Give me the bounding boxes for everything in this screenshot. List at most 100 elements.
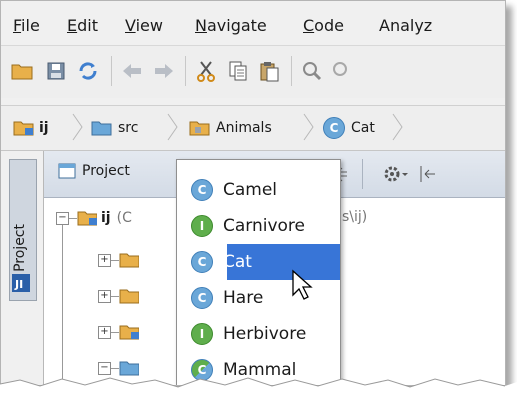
project-panel-title: Project: [82, 163, 130, 179]
sync-icon: [79, 62, 97, 80]
popup-item-label: Herbivore: [223, 324, 307, 344]
hide-panel-button[interactable]: [418, 163, 438, 189]
menu-bar: File Edit View Navigate Code Analyz: [1, 1, 505, 45]
menu-navigate-label: avigate: [206, 16, 267, 35]
scissors-icon: [197, 61, 215, 82]
mouse-cursor-icon: [292, 269, 313, 300]
menu-view-label: iew: [135, 16, 163, 35]
gear-icon: [384, 166, 408, 182]
breadcrumb-label: ij: [39, 120, 49, 136]
tree-row-folder[interactable]: +: [98, 247, 139, 273]
popup-item-cat[interactable]: C Cat: [177, 244, 340, 280]
back-arrow-icon: [123, 64, 141, 78]
breadcrumb-label: src: [118, 120, 139, 136]
folder-icon: [119, 289, 139, 304]
class-icon: C: [191, 179, 213, 201]
breadcrumb-label: Animals: [216, 120, 272, 136]
menu-code[interactable]: Code: [303, 16, 344, 35]
svg-text:JI: JI: [14, 278, 23, 291]
tree-root-label: ij: [101, 210, 111, 226]
save-icon: [47, 62, 65, 80]
torn-edge-decoration: [0, 377, 517, 402]
menu-navigate-mnemonic: N: [195, 16, 207, 35]
module-folder-icon: [77, 211, 97, 226]
cut-button[interactable]: [193, 58, 219, 84]
menu-code-label: ode: [314, 16, 344, 35]
main-toolbar: [1, 45, 505, 98]
toolbar-separator: [291, 56, 292, 86]
menu-navigate[interactable]: Navigate: [195, 16, 267, 35]
toolbar-separator: [111, 56, 112, 86]
save-button[interactable]: [43, 58, 69, 84]
tree-line: [111, 331, 119, 333]
paste-icon: [260, 62, 279, 82]
popup-item-herbivore[interactable]: I Herbivore: [177, 316, 340, 352]
menu-view-mnemonic: V: [125, 16, 136, 35]
forward-arrow-icon: [155, 64, 173, 78]
toolbar-separator: [185, 56, 186, 86]
breadcrumb-item-animals[interactable]: Animals: [189, 114, 272, 142]
ide-window: File Edit View Navigate Code Analyz ij s…: [0, 0, 506, 386]
menu-analyze[interactable]: Analyz: [379, 16, 432, 35]
menu-file-mnemonic: F: [13, 16, 22, 35]
interface-icon: I: [191, 323, 213, 345]
forward-button[interactable]: [151, 58, 177, 84]
menu-code-mnemonic: C: [303, 16, 315, 35]
breadcrumb-chevron-icon: [392, 113, 403, 141]
source-folder-icon: [91, 121, 112, 136]
menu-file-label: ile: [21, 16, 40, 35]
menu-view[interactable]: View: [125, 16, 163, 35]
breadcrumb-item-src[interactable]: src: [91, 114, 138, 142]
project-view-icon: [58, 163, 76, 179]
breadcrumb-item-cat[interactable]: C Cat: [323, 114, 375, 142]
tree-row-folder[interactable]: +: [98, 283, 139, 309]
paste-button[interactable]: [257, 58, 283, 84]
menu-edit[interactable]: Edit: [67, 16, 98, 35]
popup-item-label: Carnivore: [223, 216, 306, 236]
expand-toggle-icon[interactable]: +: [98, 325, 111, 339]
jetbrains-icon: JI: [11, 273, 31, 293]
breadcrumb-popup-list: C Camel I Carnivore C Cat C Hare I Herbi…: [176, 159, 341, 385]
menu-edit-mnemonic: E: [67, 16, 78, 35]
tree-root-path: s\ij): [342, 209, 368, 225]
replace-magnifier-icon: [333, 62, 347, 76]
tree-row-root[interactable]: − ij (C: [56, 205, 132, 231]
menu-edit-label: dit: [77, 16, 98, 35]
breadcrumb-item-ij[interactable]: ij: [13, 114, 49, 142]
tree-row-module[interactable]: +: [98, 319, 139, 345]
tree-line: [111, 259, 119, 261]
settings-button[interactable]: [382, 163, 410, 189]
open-folder-button[interactable]: [9, 58, 35, 84]
module-folder-icon: [119, 325, 139, 340]
breadcrumb-chevron-icon: [167, 113, 178, 141]
class-icon: C: [323, 117, 345, 139]
tree-line: [111, 295, 119, 297]
back-button[interactable]: [119, 58, 145, 84]
find-button[interactable]: [299, 58, 325, 84]
replace-button[interactable]: [329, 58, 355, 84]
menu-file[interactable]: File: [13, 16, 40, 35]
magnifier-icon: [303, 62, 322, 81]
tree-root-detail: (C: [116, 210, 132, 226]
class-icon: C: [191, 251, 213, 273]
breadcrumb: ij src Animals C Cat: [1, 105, 505, 151]
package-icon: [189, 121, 210, 136]
popup-item-label: Camel: [223, 180, 278, 200]
expand-toggle-icon[interactable]: +: [98, 253, 111, 267]
project-view-selector[interactable]: Project: [58, 163, 130, 179]
interface-icon: I: [191, 215, 213, 237]
copy-button[interactable]: [225, 58, 251, 84]
popup-item-label: Cat: [223, 252, 252, 272]
popup-item-carnivore[interactable]: I Carnivore: [177, 208, 340, 244]
header-separator: [362, 159, 363, 189]
synchronize-button[interactable]: [75, 58, 101, 84]
folder-icon: [119, 253, 139, 268]
class-icon: C: [191, 287, 213, 309]
expand-toggle-icon[interactable]: +: [98, 289, 111, 303]
collapse-toggle-icon[interactable]: −: [56, 211, 69, 225]
popup-item-hare[interactable]: C Hare: [177, 280, 340, 316]
folder-icon: [11, 64, 33, 80]
popup-item-camel[interactable]: C Camel: [177, 172, 340, 208]
menu-analyze-label: Analyz: [379, 16, 433, 35]
copy-icon: [229, 61, 247, 81]
